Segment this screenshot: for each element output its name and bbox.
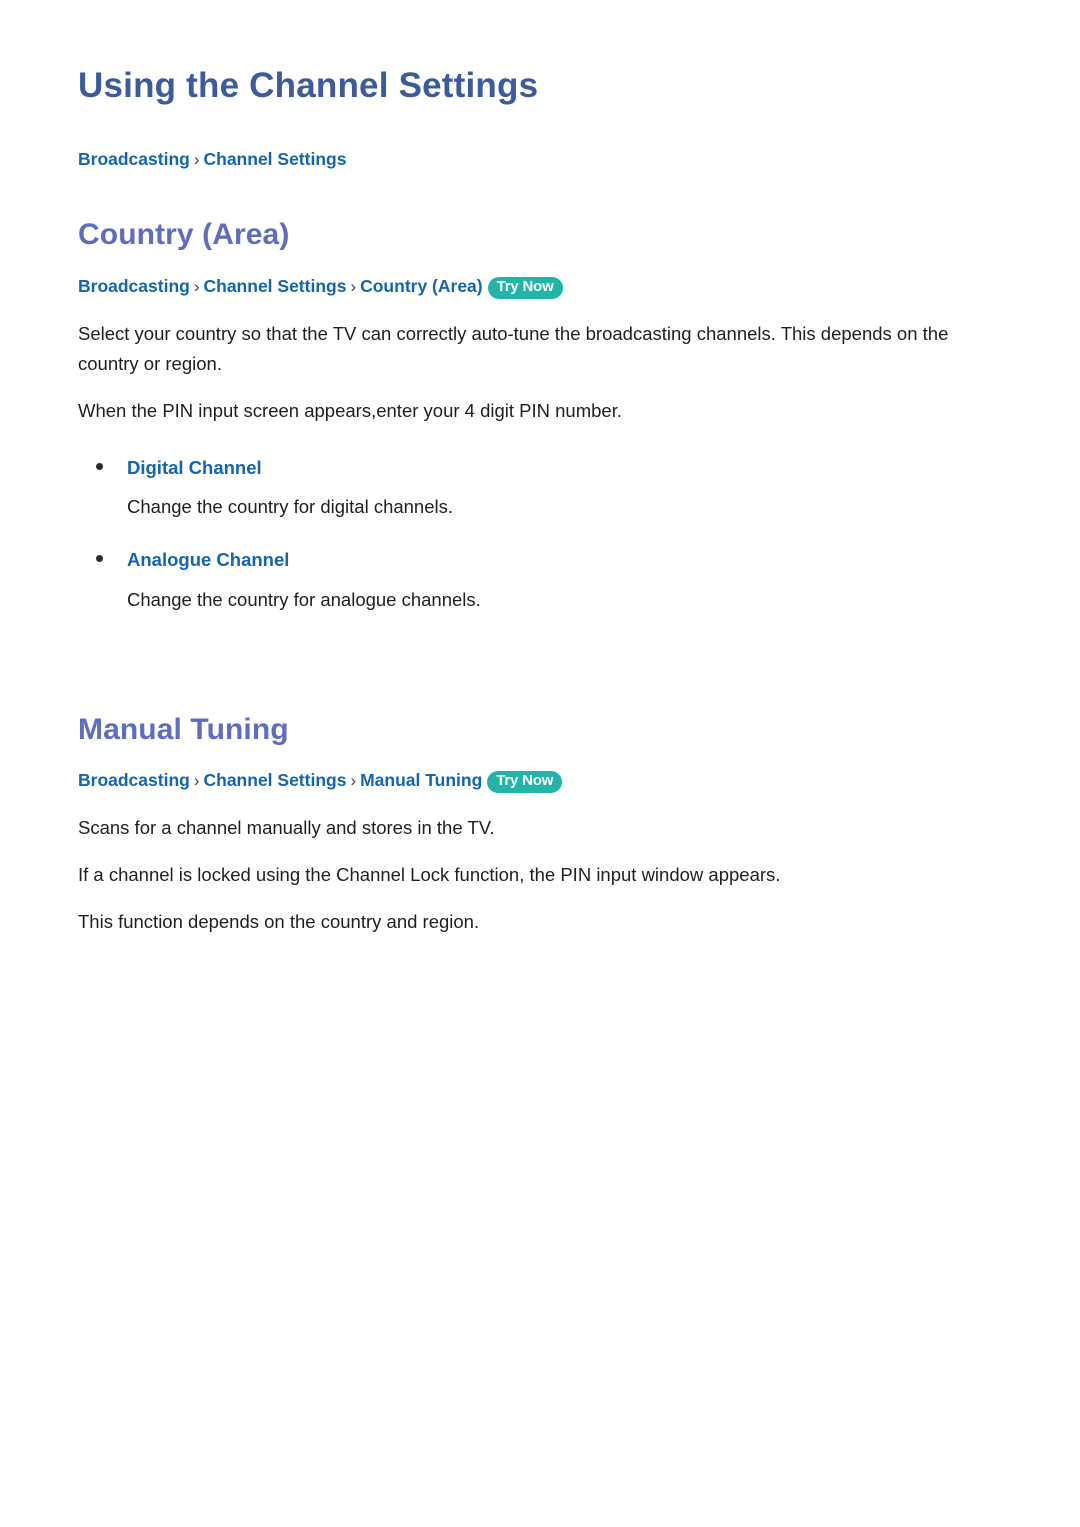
breadcrumb-section-crumb-3[interactable]: Country (Area) (360, 276, 483, 296)
page-title: Using the Channel Settings (78, 66, 539, 105)
sections-container: Country (Area) Broadcasting › Channel Setti… (78, 218, 1002, 936)
section-heading: Country (Area) (78, 218, 290, 252)
bullet-row: Analogue Channel (78, 548, 1002, 573)
breadcrumb-section-crumb-1[interactable]: Broadcasting (78, 276, 190, 296)
breadcrumb-section: Broadcasting › Channel Settings › Manual Tun… (78, 769, 1002, 793)
breadcrumb-section-crumb-1[interactable]: Broadcasting (78, 770, 190, 790)
bullet-dot-icon (96, 462, 103, 470)
breadcrumb-separator-icon: › (193, 276, 200, 296)
bullet-label[interactable]: Analogue Channel (127, 548, 289, 573)
bullet-row: Digital Channel (78, 456, 1002, 481)
breadcrumb-separator-icon: › (350, 276, 357, 296)
breadcrumb-top: Broadcasting › Channel Settings (78, 148, 1002, 171)
bullet-list: Digital Channel Change the country for di… (78, 456, 1002, 615)
breadcrumb-separator-icon: › (350, 771, 357, 791)
paragraph: Select your country so that the TV can c… (78, 322, 949, 374)
breadcrumb-section-crumb-2[interactable]: Channel Settings (204, 276, 347, 296)
bullet-description: Change the country for digital channels. (127, 496, 454, 518)
paragraph: This function depends on the country and… (78, 910, 480, 932)
document-page: Using the Channel Settings Broadcasting ›… (0, 0, 1080, 1527)
breadcrumb-separator-icon: › (193, 150, 200, 170)
paragraph: When the PIN input screen appears,enter … (78, 399, 622, 421)
list-item: Analogue Channel Change the country for a… (78, 548, 1002, 615)
section-1: Country (Area) Broadcasting › Channel Setti… (78, 218, 1002, 614)
section-2: Manual Tuning Broadcasting › Channel Settin… (78, 713, 1002, 937)
list-item: Digital Channel Change the country for di… (78, 456, 1002, 523)
breadcrumb-section: Broadcasting › Channel Settings › Country (A… (78, 275, 1002, 299)
bullet-description: Change the country for analogue channels… (127, 589, 481, 611)
breadcrumb-top-crumb-1[interactable]: Broadcasting (78, 149, 190, 169)
breadcrumb-top-crumb-2[interactable]: Channel Settings (204, 149, 347, 169)
bullet-label[interactable]: Digital Channel (127, 456, 262, 481)
breadcrumb-section-crumb-2[interactable]: Channel Settings (204, 770, 347, 790)
breadcrumb-section-crumb-3[interactable]: Manual Tuning (360, 770, 482, 790)
section-heading: Manual Tuning (78, 712, 289, 746)
paragraph: If a channel is locked using the Channel… (78, 863, 781, 885)
breadcrumb-separator-icon: › (193, 771, 200, 791)
paragraph: Scans for a channel manually and stores … (78, 816, 495, 838)
bullet-dot-icon (96, 555, 103, 563)
try-now-badge[interactable]: Try Now (487, 276, 563, 299)
try-now-badge[interactable]: Try Now (487, 771, 563, 793)
